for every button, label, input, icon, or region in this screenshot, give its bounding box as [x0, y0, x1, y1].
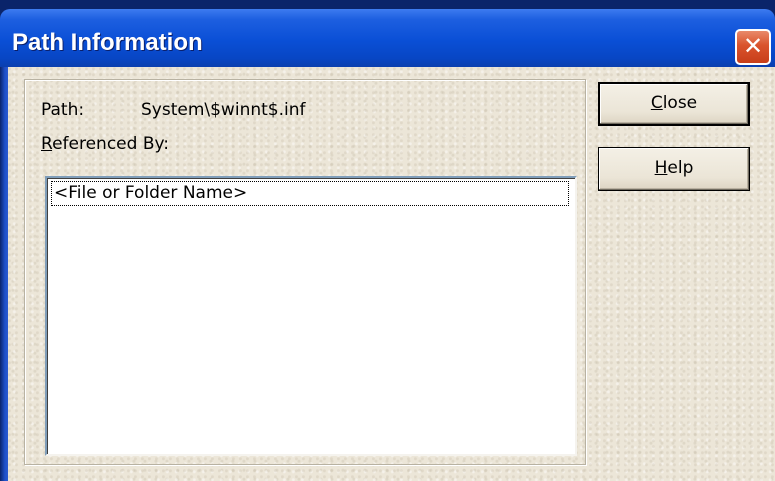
referenced-by-listbox[interactable]: <File or Folder Name> — [45, 176, 577, 456]
window-title: Path Information — [12, 29, 203, 56]
referenced-by-label: Referenced By: — [41, 134, 169, 154]
dialog-window: Path Information ✕ Path: System\$winnt$.… — [0, 0, 775, 481]
path-value: System\$winnt$.inf — [141, 100, 306, 120]
close-button-accesskey: C — [650, 93, 663, 113]
window-frame-left — [0, 67, 8, 481]
help-button[interactable]: Help — [598, 147, 750, 191]
referenced-by-accesskey: R — [41, 134, 53, 154]
dialog-body: Path: System\$winnt$.inf Referenced By: … — [8, 67, 775, 481]
help-button-accesskey: H — [654, 158, 668, 178]
help-button-label-rest: elp — [667, 158, 694, 178]
close-button[interactable]: Close — [598, 82, 750, 126]
list-item[interactable]: <File or Folder Name> — [51, 181, 569, 206]
close-icon[interactable]: ✕ — [735, 29, 771, 65]
path-label: Path: — [41, 100, 85, 120]
referenced-by-label-rest: eferenced By: — [52, 134, 170, 154]
path-info-group: Path: System\$winnt$.inf Referenced By: … — [24, 79, 586, 465]
close-button-label-rest: lose — [662, 93, 698, 113]
title-bar[interactable]: Path Information ✕ — [0, 9, 775, 67]
